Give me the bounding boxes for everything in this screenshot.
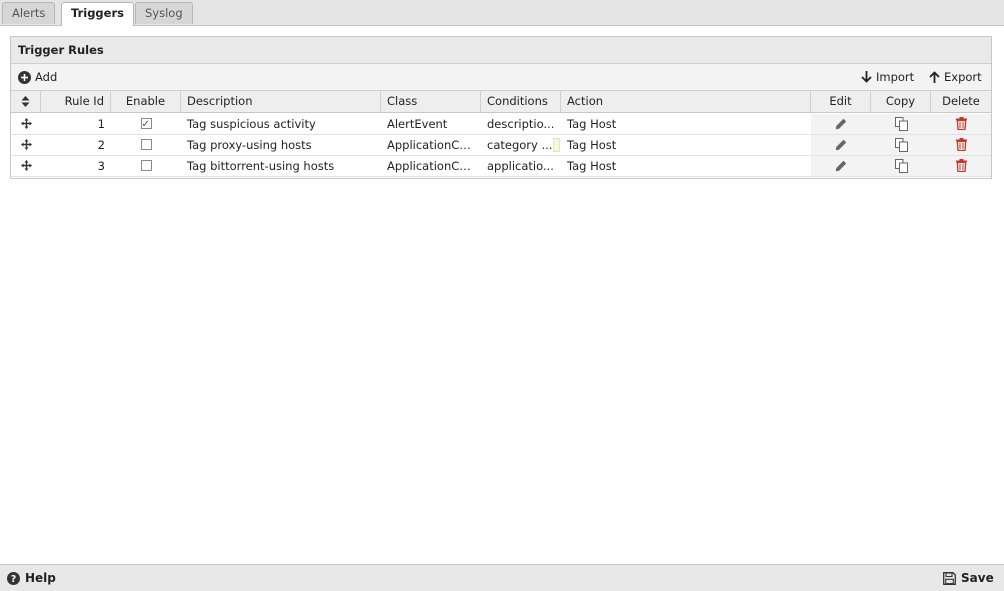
arrow-down-icon (861, 71, 872, 83)
pencil-icon[interactable] (835, 118, 847, 130)
reorder-column-header[interactable] (11, 91, 41, 112)
table-row: 3 Tag bittorrent-using hosts Application… (11, 156, 991, 177)
tab-bar: Alerts Triggers Syslog (0, 0, 1004, 26)
export-label: Export (944, 70, 982, 84)
trigger-rules-panel: Trigger Rules Add Import Export Rule Id … (10, 36, 992, 179)
conditions-tooltip-edge (553, 138, 560, 152)
footer-bar: ? Help Save (0, 564, 1004, 591)
grid-header: Rule Id Enable Description Class Conditi… (11, 91, 991, 113)
panel-title: Trigger Rules (11, 37, 991, 64)
rule-id-cell: 3 (97, 159, 105, 173)
pencil-icon[interactable] (835, 160, 847, 172)
save-label: Save (961, 570, 994, 585)
description-cell: Tag bittorrent-using hosts (187, 159, 335, 173)
add-label: Add (35, 70, 58, 84)
help-button[interactable]: ? Help (7, 565, 56, 591)
drag-handle[interactable] (11, 135, 41, 155)
copy-icon[interactable] (894, 138, 908, 152)
column-header-action[interactable]: Action (561, 91, 811, 112)
drag-handle[interactable] (11, 114, 41, 134)
enable-cell (111, 156, 181, 176)
import-button[interactable]: Import (861, 64, 914, 90)
column-header-class[interactable]: Class (381, 91, 481, 112)
action-cell: Tag Host (567, 138, 617, 152)
tab-syslog[interactable]: Syslog (135, 2, 193, 24)
pencil-icon[interactable] (835, 139, 847, 151)
trash-icon[interactable] (955, 117, 967, 130)
svg-text:?: ? (11, 574, 17, 585)
class-cell: ApplicationCo... (387, 138, 478, 152)
rule-id-cell: 1 (97, 117, 105, 131)
tab-alerts[interactable]: Alerts (2, 2, 56, 24)
delete-cell (931, 114, 991, 134)
help-icon: ? (7, 571, 20, 585)
move-icon (20, 118, 32, 129)
table-row: 2 Tag proxy-using hosts ApplicationCo...… (11, 135, 991, 156)
class-cell: AlertEvent (387, 117, 448, 131)
action-cell: Tag Host (567, 117, 617, 131)
grid-toolbar: Add Import Export (11, 64, 991, 91)
conditions-cell: category ... (487, 138, 553, 152)
enable-checkbox[interactable] (140, 139, 152, 150)
copy-icon[interactable] (894, 159, 908, 173)
save-button[interactable]: Save (943, 565, 994, 591)
copy-cell (871, 135, 931, 155)
edit-cell (811, 156, 871, 176)
enable-checkbox[interactable] (140, 115, 152, 134)
edit-cell (811, 114, 871, 134)
copy-cell (871, 114, 931, 134)
column-header-edit[interactable]: Edit (811, 91, 871, 112)
arrow-up-icon (929, 71, 940, 83)
trash-icon[interactable] (955, 138, 967, 151)
enable-cell (111, 114, 181, 134)
action-cell: Tag Host (567, 159, 617, 173)
help-label: Help (25, 570, 56, 585)
add-circle-icon (18, 70, 31, 84)
column-header-rule-id[interactable]: Rule Id (41, 91, 111, 112)
description-cell: Tag suspicious activity (187, 117, 316, 131)
rule-id-cell: 2 (97, 138, 105, 152)
column-header-conditions[interactable]: Conditions (481, 91, 561, 112)
enable-checkbox[interactable] (140, 160, 152, 171)
edit-cell (811, 135, 871, 155)
trash-icon[interactable] (955, 159, 967, 172)
copy-icon[interactable] (894, 117, 908, 131)
import-label: Import (876, 70, 915, 84)
move-icon (20, 160, 32, 171)
description-cell: Tag proxy-using hosts (187, 138, 312, 152)
column-header-delete[interactable]: Delete (931, 91, 991, 112)
drag-handle[interactable] (11, 156, 41, 176)
column-header-description[interactable]: Description (181, 91, 381, 112)
conditions-cell: descriptio... (487, 117, 555, 131)
move-icon (20, 139, 32, 150)
export-button[interactable]: Export (929, 64, 982, 90)
conditions-cell: applicatio... (487, 159, 554, 173)
copy-cell (871, 156, 931, 176)
sort-icon (21, 96, 30, 107)
column-header-copy[interactable]: Copy (871, 91, 931, 112)
table-row: 1 Tag suspicious activity AlertEvent des… (11, 114, 991, 135)
enable-cell (111, 135, 181, 155)
delete-cell (931, 135, 991, 155)
add-button[interactable]: Add (18, 64, 57, 90)
delete-cell (931, 156, 991, 176)
floppy-disk-icon (943, 571, 956, 585)
tab-triggers[interactable]: Triggers (61, 2, 134, 26)
column-header-enable[interactable]: Enable (111, 91, 181, 112)
class-cell: ApplicationCo... (387, 159, 478, 173)
